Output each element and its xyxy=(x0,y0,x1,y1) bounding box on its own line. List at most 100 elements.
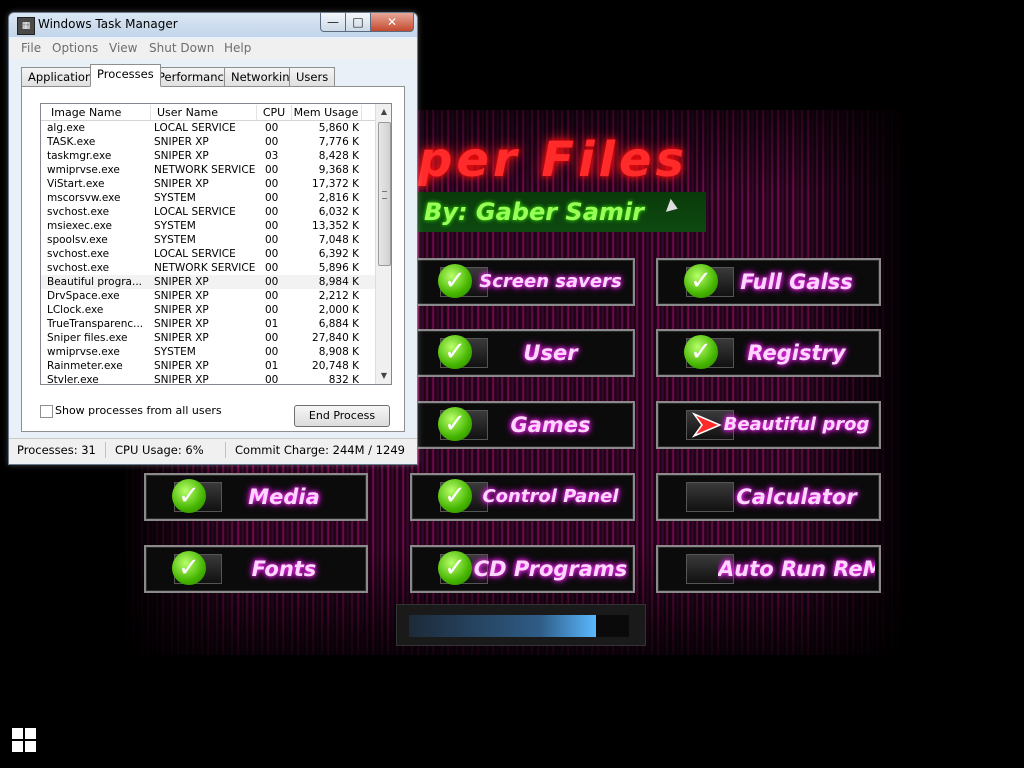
table-row[interactable]: TASK.exe SNIPER XP 00 7,776 K xyxy=(41,135,375,149)
cell-image-name: Stvler.exe xyxy=(47,374,99,385)
table-row[interactable]: LClock.exe SNIPER XP 00 2,000 K xyxy=(41,303,375,317)
column-user-name[interactable]: User Name xyxy=(151,105,257,120)
fonts-button[interactable]: ✓ Fonts xyxy=(144,545,368,593)
cell-image-name: DrvSpace.exe xyxy=(47,290,120,302)
table-row[interactable]: Stvler.exe SNIPER XP 00 832 K xyxy=(41,373,375,385)
table-row[interactable]: Rainmeter.exe SNIPER XP 01 20,748 K xyxy=(41,359,375,373)
title-bar[interactable]: ▦ Windows Task Manager — □ ✕ xyxy=(9,13,417,37)
auto-run-rem-button[interactable]: Auto Run ReM xyxy=(656,545,881,593)
show-all-users-label[interactable]: Show processes from all users xyxy=(55,404,222,417)
cell-user-name: LOCAL SERVICE xyxy=(154,122,236,134)
show-all-users-checkbox[interactable] xyxy=(40,405,53,418)
cell-image-name: ViStart.exe xyxy=(47,178,105,190)
tab-processes[interactable]: Processes xyxy=(90,64,161,87)
registry-button[interactable]: ✓ Registry xyxy=(656,329,881,377)
status-separator xyxy=(105,442,106,458)
table-row[interactable]: svchost.exe LOCAL SERVICE 00 6,392 K xyxy=(41,247,375,261)
button-label: CD Programs xyxy=(473,557,628,581)
cell-mem-usage: 6,032 K xyxy=(318,206,359,218)
cell-user-name: SNIPER XP xyxy=(154,360,209,372)
cell-user-name: SYSTEM xyxy=(154,192,196,204)
screen-savers-button[interactable]: ✓ Screen savers xyxy=(410,258,635,306)
cell-cpu: 00 xyxy=(265,206,279,218)
user-button[interactable]: ✓ User xyxy=(410,329,635,377)
cell-user-name: SNIPER XP xyxy=(154,290,209,302)
cell-cpu: 01 xyxy=(265,360,279,372)
table-row[interactable]: taskmgr.exe SNIPER XP 03 8,428 K xyxy=(41,149,375,163)
cell-image-name: wmiprvse.exe xyxy=(47,346,120,358)
menu-view[interactable]: View xyxy=(109,41,137,55)
cell-user-name: NETWORK SERVICE xyxy=(154,164,256,176)
check-icon: ✓ xyxy=(438,264,472,298)
cell-mem-usage: 17,372 K xyxy=(312,178,359,190)
cell-user-name: SNIPER XP xyxy=(154,304,209,316)
menu-shut-down[interactable]: Shut Down xyxy=(149,41,214,55)
cell-cpu: 00 xyxy=(265,304,279,316)
status-commit-charge: Commit Charge: 244M / 1249 xyxy=(235,443,405,457)
cell-user-name: SNIPER XP xyxy=(154,178,209,190)
process-list[interactable]: Image Name User Name CPU Mem Usage alg.e… xyxy=(40,103,392,385)
check-icon: ✓ xyxy=(684,335,718,369)
cell-image-name: svchost.exe xyxy=(47,248,110,260)
cell-image-name: wmiprvse.exe xyxy=(47,164,120,176)
minimize-button[interactable]: — xyxy=(320,13,346,32)
table-row[interactable]: svchost.exe NETWORK SERVICE 00 5,896 K xyxy=(41,261,375,275)
tab-users[interactable]: Users xyxy=(289,67,336,87)
menu-help[interactable]: Help xyxy=(224,41,251,55)
column-image-name[interactable]: Image Name xyxy=(41,105,151,120)
cell-image-name: alg.exe xyxy=(47,122,85,134)
cell-mem-usage: 2,000 K xyxy=(318,304,359,316)
beautiful-prog-button[interactable]: Beautiful prog xyxy=(656,401,881,449)
column-cpu[interactable]: CPU xyxy=(257,105,292,120)
cell-cpu: 00 xyxy=(265,136,279,148)
table-row[interactable]: TrueTransparenc... SNIPER XP 01 6,884 K xyxy=(41,317,375,331)
media-button[interactable]: ✓ Media xyxy=(144,473,368,521)
cell-image-name: Beautiful progra... xyxy=(47,276,142,288)
cell-cpu: 00 xyxy=(265,290,279,302)
processes-panel: Image Name User Name CPU Mem Usage alg.e… xyxy=(21,86,405,432)
table-row[interactable]: msiexec.exe SYSTEM 00 13,352 K xyxy=(41,219,375,233)
windows-start-icon[interactable] xyxy=(12,728,36,752)
cell-image-name: LClock.exe xyxy=(47,304,104,316)
table-row[interactable]: alg.exe LOCAL SERVICE 00 5,860 K xyxy=(41,121,375,135)
button-label: Fonts xyxy=(251,557,317,581)
check-icon: ✓ xyxy=(438,335,472,369)
cell-cpu: 00 xyxy=(265,332,279,344)
button-label: Beautiful prog xyxy=(723,414,870,435)
maximize-button[interactable]: □ xyxy=(345,13,371,32)
button-label: Games xyxy=(510,413,591,437)
menu-file[interactable]: File xyxy=(21,41,41,55)
end-process-button[interactable]: End Process xyxy=(294,405,390,427)
scroll-down-icon[interactable]: ▼ xyxy=(376,368,391,384)
table-row[interactable]: Beautiful progra... SNIPER XP 00 8,984 K xyxy=(41,275,375,289)
control-panel-button[interactable]: ✓ Control Panel xyxy=(410,473,635,521)
games-button[interactable]: ✓ Games xyxy=(410,401,635,449)
table-row[interactable]: spoolsv.exe SYSTEM 00 7,048 K xyxy=(41,233,375,247)
scroll-up-icon[interactable]: ▲ xyxy=(376,104,391,120)
cell-user-name: SNIPER XP xyxy=(154,150,209,162)
cell-user-name: SNIPER XP xyxy=(154,136,209,148)
button-label: Media xyxy=(248,485,320,509)
table-row[interactable]: wmiprvse.exe SYSTEM 00 8,908 K xyxy=(41,345,375,359)
scroll-thumb[interactable] xyxy=(378,122,391,266)
cell-image-name: msiexec.exe xyxy=(47,220,112,232)
table-row[interactable]: ViStart.exe SNIPER XP 00 17,372 K xyxy=(41,177,375,191)
cell-user-name: LOCAL SERVICE xyxy=(154,206,236,218)
menu-options[interactable]: Options xyxy=(52,41,98,55)
calculator-button[interactable]: Calculator xyxy=(656,473,881,521)
vertical-scrollbar[interactable]: ▲ ▼ xyxy=(375,104,391,384)
cell-mem-usage: 13,352 K xyxy=(312,220,359,232)
cd-programs-button[interactable]: ✓ CD Programs xyxy=(410,545,635,593)
table-row[interactable]: Sniper files.exe SNIPER XP 00 27,840 K xyxy=(41,331,375,345)
table-row[interactable]: wmiprvse.exe NETWORK SERVICE 00 9,368 K xyxy=(41,163,375,177)
process-rows: alg.exe LOCAL SERVICE 00 5,860 K TASK.exe SNI… xyxy=(41,121,375,385)
window-title: Windows Task Manager xyxy=(38,17,178,31)
column-mem-usage[interactable]: Mem Usage xyxy=(291,105,362,120)
full-galss-button[interactable]: ✓ Full Galss xyxy=(656,258,881,306)
task-manager-window: ▦ Windows Task Manager — □ ✕ File Option… xyxy=(8,12,418,465)
close-button[interactable]: ✕ xyxy=(370,13,414,32)
table-row[interactable]: mscorsvw.exe SYSTEM 00 2,816 K xyxy=(41,191,375,205)
table-row[interactable]: DrvSpace.exe SNIPER XP 00 2,212 K xyxy=(41,289,375,303)
cell-cpu: 00 xyxy=(265,220,279,232)
table-row[interactable]: svchost.exe LOCAL SERVICE 00 6,032 K xyxy=(41,205,375,219)
